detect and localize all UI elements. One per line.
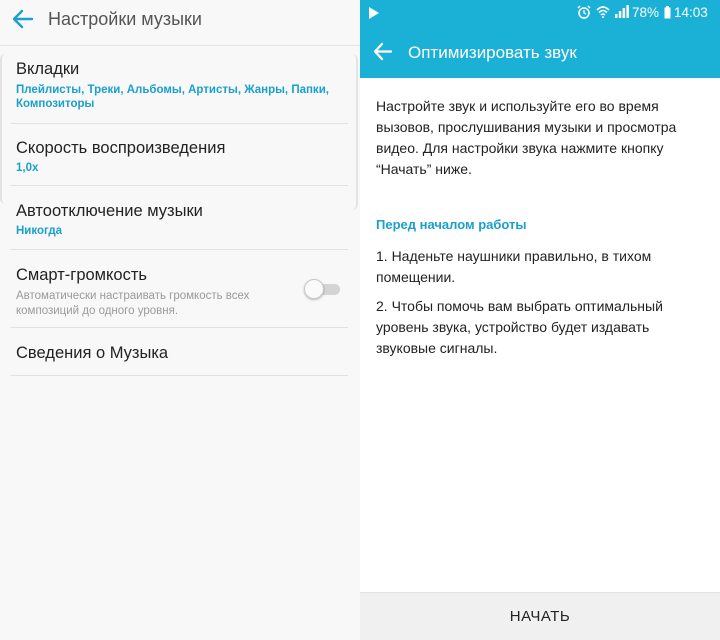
- setting-auto-off[interactable]: Автоотключение музыки Никогда: [10, 186, 348, 250]
- setting-summary: Никогда: [16, 225, 63, 237]
- start-button[interactable]: НАЧАТЬ: [360, 592, 720, 640]
- status-bar: 78% 14:03: [360, 0, 720, 26]
- app-bar: Оптимизировать звук: [360, 26, 720, 78]
- screen-edge: [352, 54, 358, 210]
- smart-volume-toggle[interactable]: [304, 279, 342, 299]
- signal-icon: [615, 5, 629, 21]
- battery-icon: [664, 6, 671, 19]
- setting-summary: Автоматически настраивать громкость всех…: [16, 290, 250, 317]
- optimize-sound-screen: 78% 14:03 Оптимизировать звук Настройте …: [360, 0, 720, 640]
- battery-level: 78%: [632, 5, 660, 20]
- intro-text: Настройте звук и используйте его во врем…: [376, 98, 677, 177]
- setting-title: Сведения о Музыка: [16, 344, 169, 362]
- instruction-step: 2. Чтобы помочь вам выбрать оптимальный …: [376, 298, 663, 356]
- wifi-icon: [596, 5, 610, 21]
- app-bar: Настройки музыки: [0, 0, 360, 40]
- music-settings-screen: Настройки музыки Вкладки Плейлисты, Трек…: [0, 0, 360, 640]
- setting-title: Скорость воспроизведения: [16, 139, 226, 157]
- instruction-step: 1. Наденьте наушники правильно, в тихом …: [376, 248, 652, 285]
- alarm-icon: [577, 4, 591, 22]
- start-button-label: НАЧАТЬ: [509, 608, 571, 625]
- setting-smart-volume[interactable]: Смарт-громкость Автоматически настраиват…: [10, 250, 348, 328]
- arrow-left-icon[interactable]: [373, 42, 393, 61]
- play-icon: [369, 7, 379, 19]
- arrow-left-icon[interactable]: [12, 9, 34, 29]
- setting-summary: 1,0x: [16, 162, 39, 174]
- page-title: Настройки музыки: [48, 9, 202, 29]
- status-icons: [577, 4, 629, 22]
- page-title: Оптимизировать звук: [408, 43, 577, 62]
- setting-title: Смарт-громкость: [16, 266, 148, 284]
- setting-title: Автоотключение музыки: [16, 202, 203, 220]
- section-heading: Перед началом работы: [376, 217, 527, 232]
- setting-about-music[interactable]: Сведения о Музыка: [10, 328, 348, 376]
- clock: 14:03: [674, 5, 708, 20]
- screen-edge: [0, 54, 5, 204]
- toggle-knob: [304, 279, 324, 299]
- setting-summary: Плейлисты, Треки, Альбомы, Артисты, Жанр…: [16, 84, 329, 110]
- setting-title: Вкладки: [16, 60, 80, 78]
- setting-playback-speed[interactable]: Скорость воспроизведения 1,0x: [10, 124, 348, 186]
- setting-tabs[interactable]: Вкладки Плейлисты, Треки, Альбомы, Артис…: [10, 46, 348, 124]
